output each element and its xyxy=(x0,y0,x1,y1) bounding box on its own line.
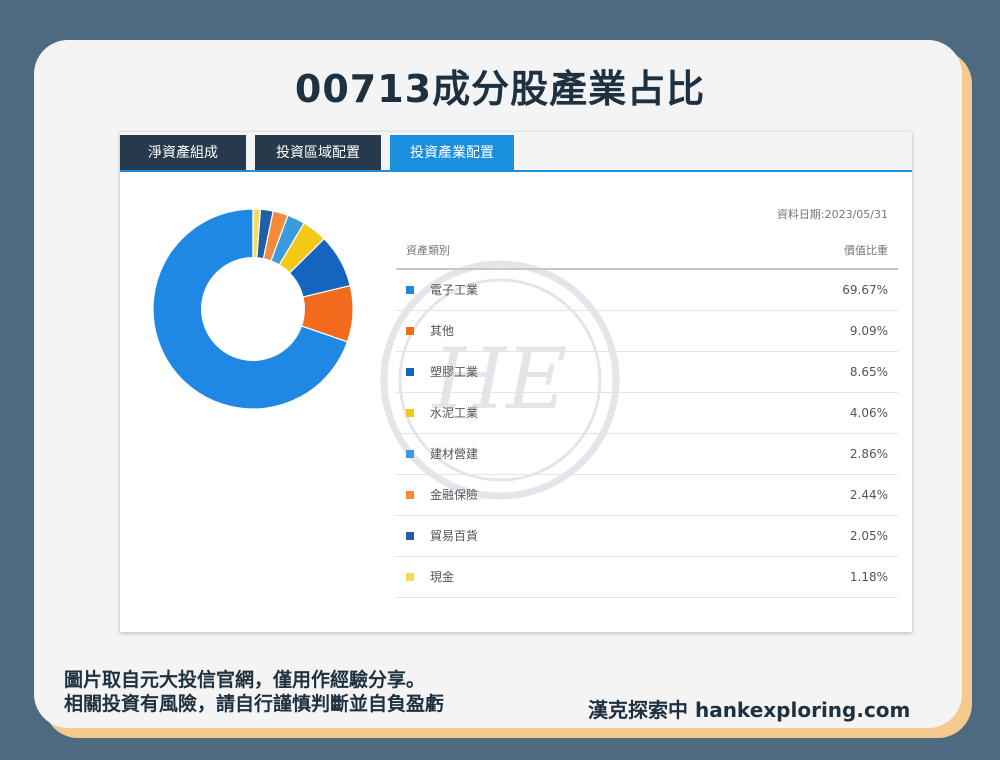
category-name: 電子工業 xyxy=(430,283,479,297)
disclaimer-line-2: 相關投資有風險，請自行謹慎判斷並自負盈虧 xyxy=(64,693,445,715)
header-weight: 價值比重 xyxy=(844,244,888,257)
tab-net-assets[interactable]: 淨資產組成 xyxy=(120,135,246,171)
category-name: 現金 xyxy=(430,570,455,584)
table-row: 電子工業 69.67% xyxy=(396,270,898,311)
category-value: 69.67% xyxy=(842,283,888,297)
header-category: 資產類別 xyxy=(406,244,450,257)
table-row: 塑膠工業 8.65% xyxy=(396,352,898,393)
category-value: 4.06% xyxy=(849,406,888,420)
table-row: 建材營建 2.86% xyxy=(396,434,898,475)
table-row: 水泥工業 4.06% xyxy=(396,393,898,434)
legend-swatch xyxy=(406,368,414,376)
legend-swatch xyxy=(406,327,414,335)
disclaimer: 圖片取自元大投信官網，僅用作經驗分享。 相關投資有風險，請自行謹慎判斷並自負盈虧 xyxy=(64,668,444,716)
legend-swatch xyxy=(406,409,414,417)
category-value: 9.09% xyxy=(849,324,888,338)
category-name: 塑膠工業 xyxy=(430,365,479,379)
donut-hole xyxy=(201,257,305,361)
page-title: 00713成分股產業占比 xyxy=(294,67,706,111)
allocation-panel: 淨資產組成 投資區域配置 投資產業配置 HE 資料日期:2023/05/31 資… xyxy=(120,132,912,632)
tab-region[interactable]: 投資區域配置 xyxy=(255,135,381,171)
category-value: 1.18% xyxy=(849,570,888,584)
category-name: 建材營建 xyxy=(430,447,479,461)
table-row: 金融保險 2.44% xyxy=(396,475,898,516)
category-value: 8.65% xyxy=(849,365,888,379)
category-name: 其他 xyxy=(430,324,455,338)
category-name: 水泥工業 xyxy=(430,406,479,420)
brand-credit: 漢克探索中 hankexploring.com xyxy=(588,698,911,722)
tab-industry[interactable]: 投資產業配置 xyxy=(390,135,514,171)
data-date: 資料日期:2023/05/31 xyxy=(776,208,888,221)
table-row: 其他 9.09% xyxy=(396,311,898,352)
category-name: 貿易百貨 xyxy=(430,529,479,543)
legend-swatch xyxy=(406,573,414,581)
category-value: 2.44% xyxy=(849,488,888,502)
legend-swatch xyxy=(406,491,414,499)
legend-swatch xyxy=(406,286,414,294)
disclaimer-line-1: 圖片取自元大投信官網，僅用作經驗分享。 xyxy=(64,669,426,691)
table-row: 現金 1.18% xyxy=(396,557,898,598)
category-value: 2.86% xyxy=(849,447,888,461)
allocation-table: 資產類別 價值比重 電子工業 69.67% 其他 9.09% 塑膠工業 8.65% 水泥工業… xyxy=(396,234,898,598)
legend-swatch xyxy=(406,532,414,540)
category-name: 金融保險 xyxy=(430,488,479,502)
tab-underline xyxy=(120,170,912,172)
legend-swatch xyxy=(406,450,414,458)
donut-chart xyxy=(152,208,354,410)
table-row: 貿易百貨 2.05% xyxy=(396,516,898,557)
category-value: 2.05% xyxy=(849,529,888,543)
table-header: 資產類別 價值比重 xyxy=(396,234,898,270)
